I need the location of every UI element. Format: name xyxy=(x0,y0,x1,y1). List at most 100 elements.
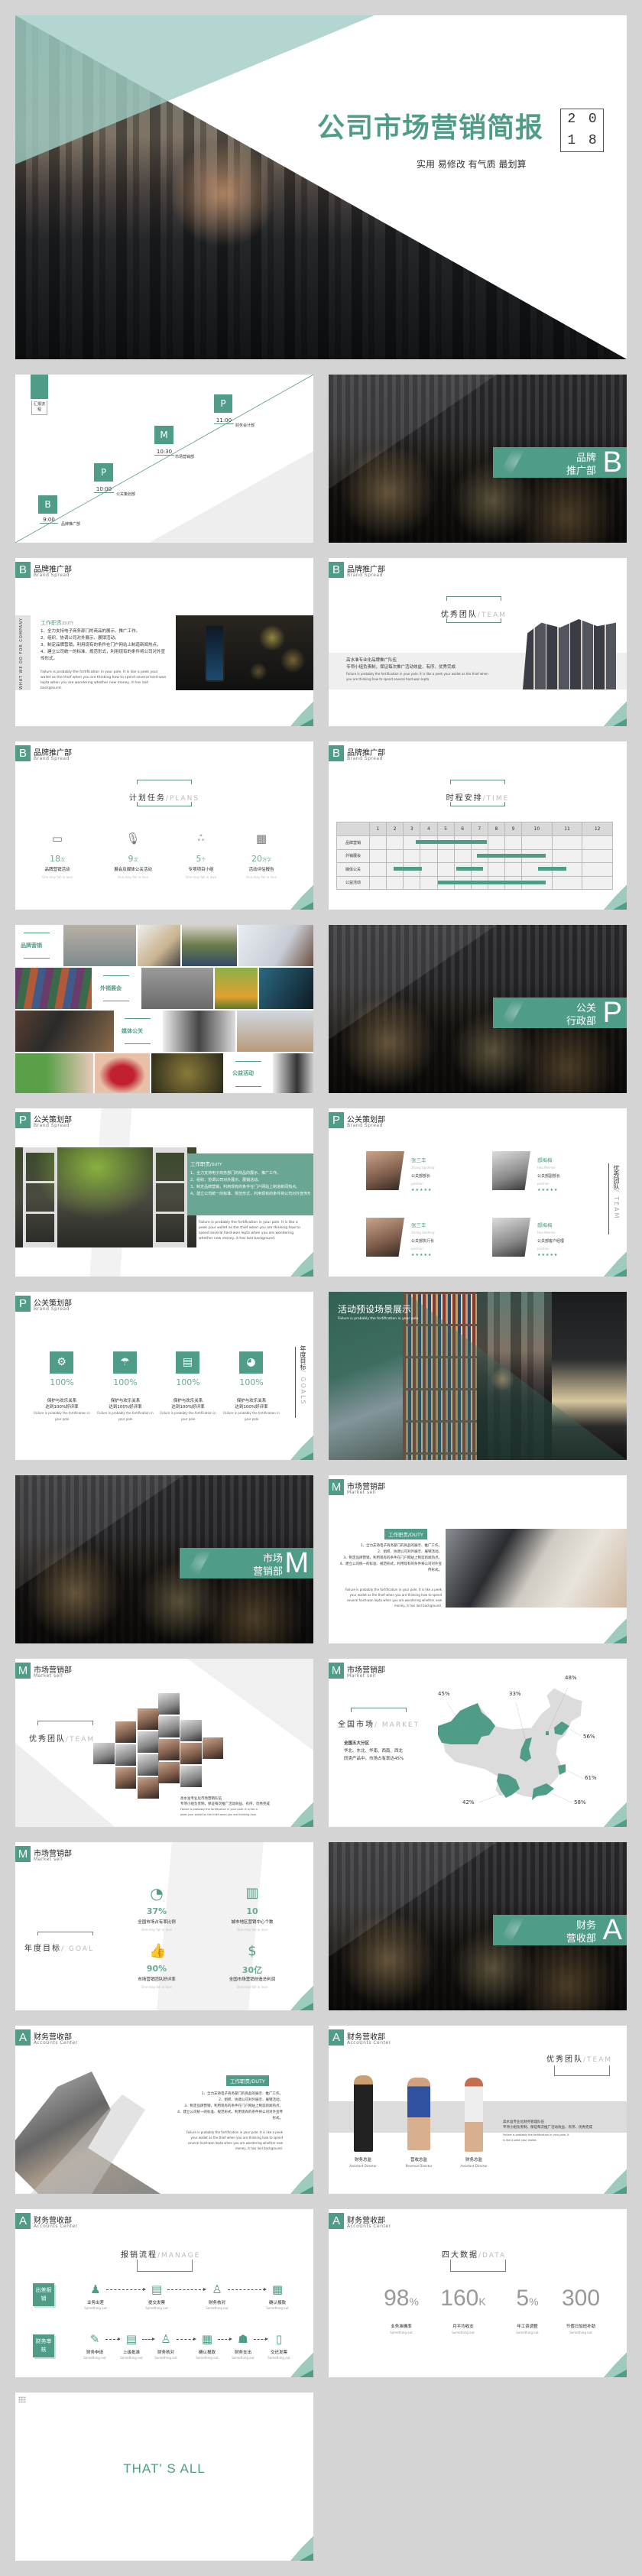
section-badge: B xyxy=(329,745,344,761)
plan-label: 活动评估报告 xyxy=(248,868,274,872)
gantt-cell xyxy=(368,875,387,890)
section-title: 优秀团队/TEAM xyxy=(546,2050,612,2065)
plan-sub: One may fall in love xyxy=(41,875,73,879)
gantt-cell xyxy=(420,848,438,863)
phone-screen xyxy=(205,625,225,682)
band-line-2: 推广部 xyxy=(566,466,596,477)
face-tile xyxy=(180,1766,202,1787)
a-duty-slide: A 财务营收部 AccoUnts Center 工作职责/DUTY 1、全力支持电子… xyxy=(15,2026,313,2194)
title-en: /DATA xyxy=(478,2252,507,2260)
team-line-2: 专项小组负责制，保证每次推广活动效益、有序、优秀完成 xyxy=(346,665,456,670)
header-subtitle: Brand Spread xyxy=(34,756,70,761)
person-photo xyxy=(407,2078,430,2150)
title-en: /MANAGE xyxy=(157,2252,201,2260)
rating-stars: ★★★★★ xyxy=(411,1253,433,1257)
plan-number: 5个 xyxy=(174,854,228,864)
step-4: P 11:00 财务会计部 xyxy=(214,394,255,428)
m-team-slide: M 市场营销部 Market sell 优秀团队/TEAM 高水准专业化市场营销队伍… xyxy=(15,1659,313,1827)
member-name-en: Hao Meimei xyxy=(537,1231,556,1234)
title-bracket xyxy=(37,1721,93,1725)
m-market-slide: M 市场营销部 Market sell 全国市场/ MARKET 全国五大分区 华北、… xyxy=(329,1659,627,1827)
photo-tile xyxy=(259,968,313,1009)
gantt-month: 11 xyxy=(551,822,583,836)
flow-step-label: 交还发票 xyxy=(270,2351,287,2355)
header-subtitle: Brand Spread xyxy=(34,1306,70,1312)
title-cn: 优秀团队 xyxy=(29,1735,66,1744)
section-badge: P xyxy=(329,1112,344,1128)
section-title: 四大数据/DATA xyxy=(442,2246,506,2260)
section-title: 报销流程/MANAGE xyxy=(121,2246,200,2260)
plan-number: 9次 xyxy=(106,854,160,864)
goal-percent: 100% xyxy=(50,1377,74,1387)
member-card: 郝梅梅 Hao Meimei 公关部副部长 position ★★★★★ xyxy=(537,1157,560,1194)
gantt-cell xyxy=(368,862,387,877)
calendar-icon: ▦ xyxy=(271,2282,284,2296)
accountant-icon: ♙ xyxy=(212,2282,222,2296)
section-cover-m: 市场 营销部 M xyxy=(15,1475,313,1643)
agenda-slide: 汇报流程 B 9:00 品牌推广部 P 10:00 公关策划部 M 10:30 … xyxy=(15,375,313,543)
title-en: /TEAM xyxy=(583,2056,613,2064)
vertical-title: 年度目标/ GOALS xyxy=(298,1345,307,1406)
gantt-month: 7 xyxy=(470,822,488,836)
gantt-cell xyxy=(368,848,387,863)
step-letter: M xyxy=(154,426,173,444)
flow-label: 出差报销 xyxy=(33,2283,54,2306)
gantt-corner xyxy=(336,822,370,836)
goal-sub: Failure is probably the fortification in… xyxy=(97,1411,154,1421)
section-cover-b: 品牌 推广部 B xyxy=(329,375,627,543)
gantt-row-label: 品牌营销 xyxy=(336,835,370,850)
duty-item: 4、建立公司统一的标准、规范形式，利用现有的条件将公司对外宣传形式。 xyxy=(177,2110,283,2120)
duty-tag: 工作职责/DUTY xyxy=(384,1529,427,1539)
member-photo xyxy=(492,1218,530,1257)
section-title: 计划任务/PLANS xyxy=(122,780,206,806)
duty-item: 2、组织、协调公司对外展示、展销活动。 xyxy=(41,636,119,641)
section-band: 市场 营销部 M xyxy=(180,1547,313,1579)
region-beijing xyxy=(546,1731,549,1735)
goal-sub: Failure is probably the fortification in… xyxy=(160,1411,216,1421)
plan-number: 20万字 xyxy=(235,854,288,864)
team-line-2: 专项小组负责制，保证每次推广活动效益、有序、优秀完成 xyxy=(503,2126,592,2130)
gantt-cell xyxy=(504,862,523,877)
grid-handle-icon[interactable] xyxy=(18,2396,26,2402)
wave-decoration xyxy=(497,447,527,478)
section-cover-p: 公关 行政部 P xyxy=(329,925,627,1093)
unit: % xyxy=(529,2295,539,2308)
duty-title-en: /DUTY xyxy=(62,621,74,626)
map-label: 42% xyxy=(462,1799,475,1805)
value: 18 xyxy=(49,854,60,864)
section-badge: B xyxy=(329,562,344,578)
data-number: 300 xyxy=(550,2286,611,2312)
card-icon: ▤ xyxy=(176,1351,199,1374)
photo-tile xyxy=(15,968,92,1009)
flow-arrow xyxy=(106,2288,146,2291)
goal-number: 10 xyxy=(246,1906,258,1916)
duty-item: 3、制定品牌营销，利用现有的条件在门户网站上制造新闻热点。 xyxy=(184,2104,283,2108)
team-line-2: 专项小组负责制，保证每次推广活动效益、有序、优秀完成 xyxy=(180,1802,270,1806)
band-letter: P xyxy=(602,997,622,1029)
section-badge: B xyxy=(15,745,31,761)
photo-tile xyxy=(151,1053,223,1093)
goal-number: 37% xyxy=(146,1906,167,1916)
goal-line: 达到100%好评率 xyxy=(45,1405,79,1410)
gantt-bar xyxy=(438,880,546,884)
duty-item: 1、全力支持电子商务部门的商品的展示、推广工作。 xyxy=(201,2092,283,2096)
value: 160 xyxy=(440,2286,479,2311)
step-letter: P xyxy=(94,463,113,482)
gantt-header-row: 1 2 3 4 5 6 7 8 9 10 11 12 xyxy=(336,822,613,836)
member-role: 公关部客户经理 xyxy=(537,1239,565,1244)
apply-icon: ✎ xyxy=(89,2332,100,2346)
value: 98 xyxy=(384,2286,410,2311)
member-role: 公关部部长 xyxy=(411,1174,431,1179)
flow-step-sub: Something out xyxy=(268,2356,290,2360)
photo-tile xyxy=(95,1053,150,1093)
band-line-2: 营销部 xyxy=(252,1566,283,1578)
duty-list: 1、全力支持电子商务部门的商品的展示、推广工作。 2、组织、协调公司对外展示、展销… xyxy=(41,628,167,663)
duty-item: 2、组织、协调公司对外展示、展销活动。 xyxy=(219,2098,283,2102)
person-photo xyxy=(354,2075,373,2152)
unit: % xyxy=(409,2295,419,2308)
title-en: / GOAL xyxy=(61,1945,94,1953)
face-tile xyxy=(138,1754,159,1776)
member-name: 郝梅梅 xyxy=(537,1222,553,1228)
member-role: 营收总监 xyxy=(410,2158,427,2162)
scenes-subtitle: Failure is probably the fortification in… xyxy=(338,1317,419,1321)
